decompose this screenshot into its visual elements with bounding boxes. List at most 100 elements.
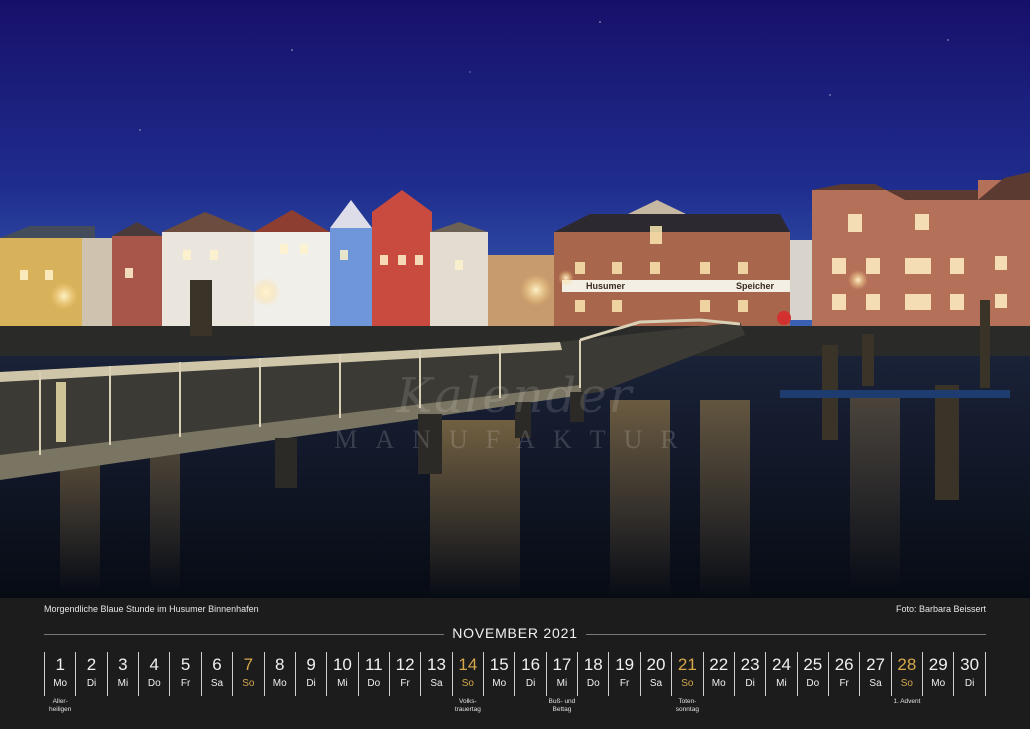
day-cell: 15 Mo xyxy=(483,652,514,696)
day-number: 9 xyxy=(306,655,316,674)
day-weekday: Sa xyxy=(210,678,224,689)
day-weekday: Sa xyxy=(430,678,443,689)
day-weekday: So xyxy=(461,678,474,689)
day-weekday: Do xyxy=(147,678,161,689)
day-cell: 23 Di xyxy=(733,652,765,696)
day-number: 8 xyxy=(274,655,285,674)
day-cell: 13 Sa xyxy=(420,652,451,696)
day-weekday: Fr xyxy=(400,678,410,689)
day-weekday: Fr xyxy=(619,678,630,689)
sign-right-word: Speicher xyxy=(735,281,774,291)
day-number: 18 xyxy=(583,655,603,674)
day-cell: 1 Mo Aller- heiligen xyxy=(44,652,75,713)
day-number: 23 xyxy=(740,655,760,674)
day-weekday: Di xyxy=(86,678,97,689)
day-cell: 21 So Toten- sonntag xyxy=(671,652,702,713)
day-number: 14 xyxy=(458,655,478,674)
harbor-photo: Husumer Speicher Kalender MANUFAKTUR xyxy=(0,0,1030,598)
day-cell: 8 Mo xyxy=(263,652,295,696)
holiday-note: Buß- und Bettag xyxy=(548,698,576,713)
day-cell: 28 So 1. Advent xyxy=(890,652,922,705)
day-number: 10 xyxy=(332,655,352,674)
day-weekday: Mi xyxy=(117,678,129,689)
day-number: 30 xyxy=(960,655,980,674)
day-cell: 14 So Volks- trauertag xyxy=(451,652,483,713)
day-number: 2 xyxy=(86,655,97,674)
day-cell: 26 Fr xyxy=(827,652,859,696)
day-cell: 5 Fr xyxy=(169,652,200,696)
watermark-subtitle: MANUFAKTUR xyxy=(334,425,696,454)
day-number: 22 xyxy=(709,655,729,674)
calendar-footer: Morgendliche Blaue Stunde im Husumer Bin… xyxy=(0,598,1030,729)
day-cell: 24 Mi xyxy=(765,652,796,696)
day-number: 13 xyxy=(427,655,446,674)
right-houses xyxy=(790,172,1030,332)
day-number: 3 xyxy=(118,655,128,674)
day-weekday: Mi xyxy=(776,678,787,689)
day-weekday: Mo xyxy=(492,678,507,689)
day-number: 19 xyxy=(615,655,635,674)
sign-left-word: Husumer xyxy=(586,281,626,291)
day-weekday: Mo xyxy=(711,678,726,689)
day-number: 24 xyxy=(771,655,791,674)
day-cell: 2 Di xyxy=(75,652,106,696)
day-number: 4 xyxy=(149,655,159,674)
day-weekday: Fr xyxy=(839,678,849,689)
holiday-note: Aller- heiligen xyxy=(48,698,72,713)
day-weekday: Di xyxy=(964,678,975,689)
speicher-building xyxy=(554,200,790,332)
day-cell: 19 Fr xyxy=(608,652,639,696)
day-cell: 25 Do xyxy=(796,652,828,696)
holiday-note: 1. Advent xyxy=(893,698,921,705)
speicher-sign: Husumer Speicher xyxy=(562,280,790,292)
watermark-title: Kalender xyxy=(396,368,634,424)
day-cell: 3 Mi xyxy=(106,652,138,696)
day-weekday: Do xyxy=(367,678,381,689)
day-cell: 11 Do xyxy=(357,652,389,696)
day-weekday: Sa xyxy=(869,678,882,689)
day-cell: 7 So xyxy=(232,652,263,696)
day-cell: 16 Di xyxy=(514,652,545,696)
day-weekday: Di xyxy=(306,678,316,689)
holiday-note: Toten- sonntag xyxy=(675,698,699,713)
day-strip: 1 Mo Aller- heiligen 2 Di 3 Mi 4 Do 5 Fr 6 Sa 7 So 8 Mo 9… xyxy=(44,652,986,713)
day-cell: 6 Sa xyxy=(200,652,232,696)
day-number: 17 xyxy=(552,655,572,674)
day-weekday: Do xyxy=(806,678,820,689)
day-cell: 22 Mo xyxy=(702,652,734,696)
harbor-night-scene xyxy=(0,0,1030,598)
day-cell: 4 Do xyxy=(138,652,169,696)
day-number: 12 xyxy=(395,655,415,674)
day-number: 25 xyxy=(803,655,823,674)
life-buoy xyxy=(777,311,791,325)
day-number: 5 xyxy=(180,655,191,674)
day-cell: 18 Do xyxy=(577,652,608,696)
day-weekday: Mi xyxy=(337,678,348,689)
day-cell: 30 Di xyxy=(953,652,986,696)
day-cell: 10 Mi xyxy=(326,652,357,696)
day-number: 21 xyxy=(677,655,697,674)
day-weekday: So xyxy=(681,678,694,689)
day-weekday: Mo xyxy=(272,678,287,689)
day-number: 15 xyxy=(489,655,509,674)
day-number: 7 xyxy=(243,655,254,674)
day-cell: 9 Di xyxy=(294,652,326,696)
day-number: 11 xyxy=(364,655,383,674)
day-weekday: So xyxy=(900,678,913,689)
photo-caption: Morgendliche Blaue Stunde im Husumer Bin… xyxy=(44,604,259,614)
day-weekday: Di xyxy=(525,678,536,689)
day-number: 28 xyxy=(897,655,917,674)
day-weekday: Mi xyxy=(556,678,568,689)
day-weekday: Sa xyxy=(649,678,663,689)
day-number: 20 xyxy=(646,655,666,674)
day-number: 26 xyxy=(834,655,854,674)
month-title: NOVEMBER 2021 xyxy=(452,625,578,641)
day-number: 27 xyxy=(866,655,885,674)
day-weekday: So xyxy=(242,678,255,689)
day-number: 29 xyxy=(928,655,948,674)
month-rule-left xyxy=(44,634,444,635)
day-weekday: Mo xyxy=(931,678,946,689)
holiday-note: Volks- trauertag xyxy=(454,698,481,713)
day-number: 16 xyxy=(521,655,541,674)
day-weekday: Fr xyxy=(180,678,191,689)
